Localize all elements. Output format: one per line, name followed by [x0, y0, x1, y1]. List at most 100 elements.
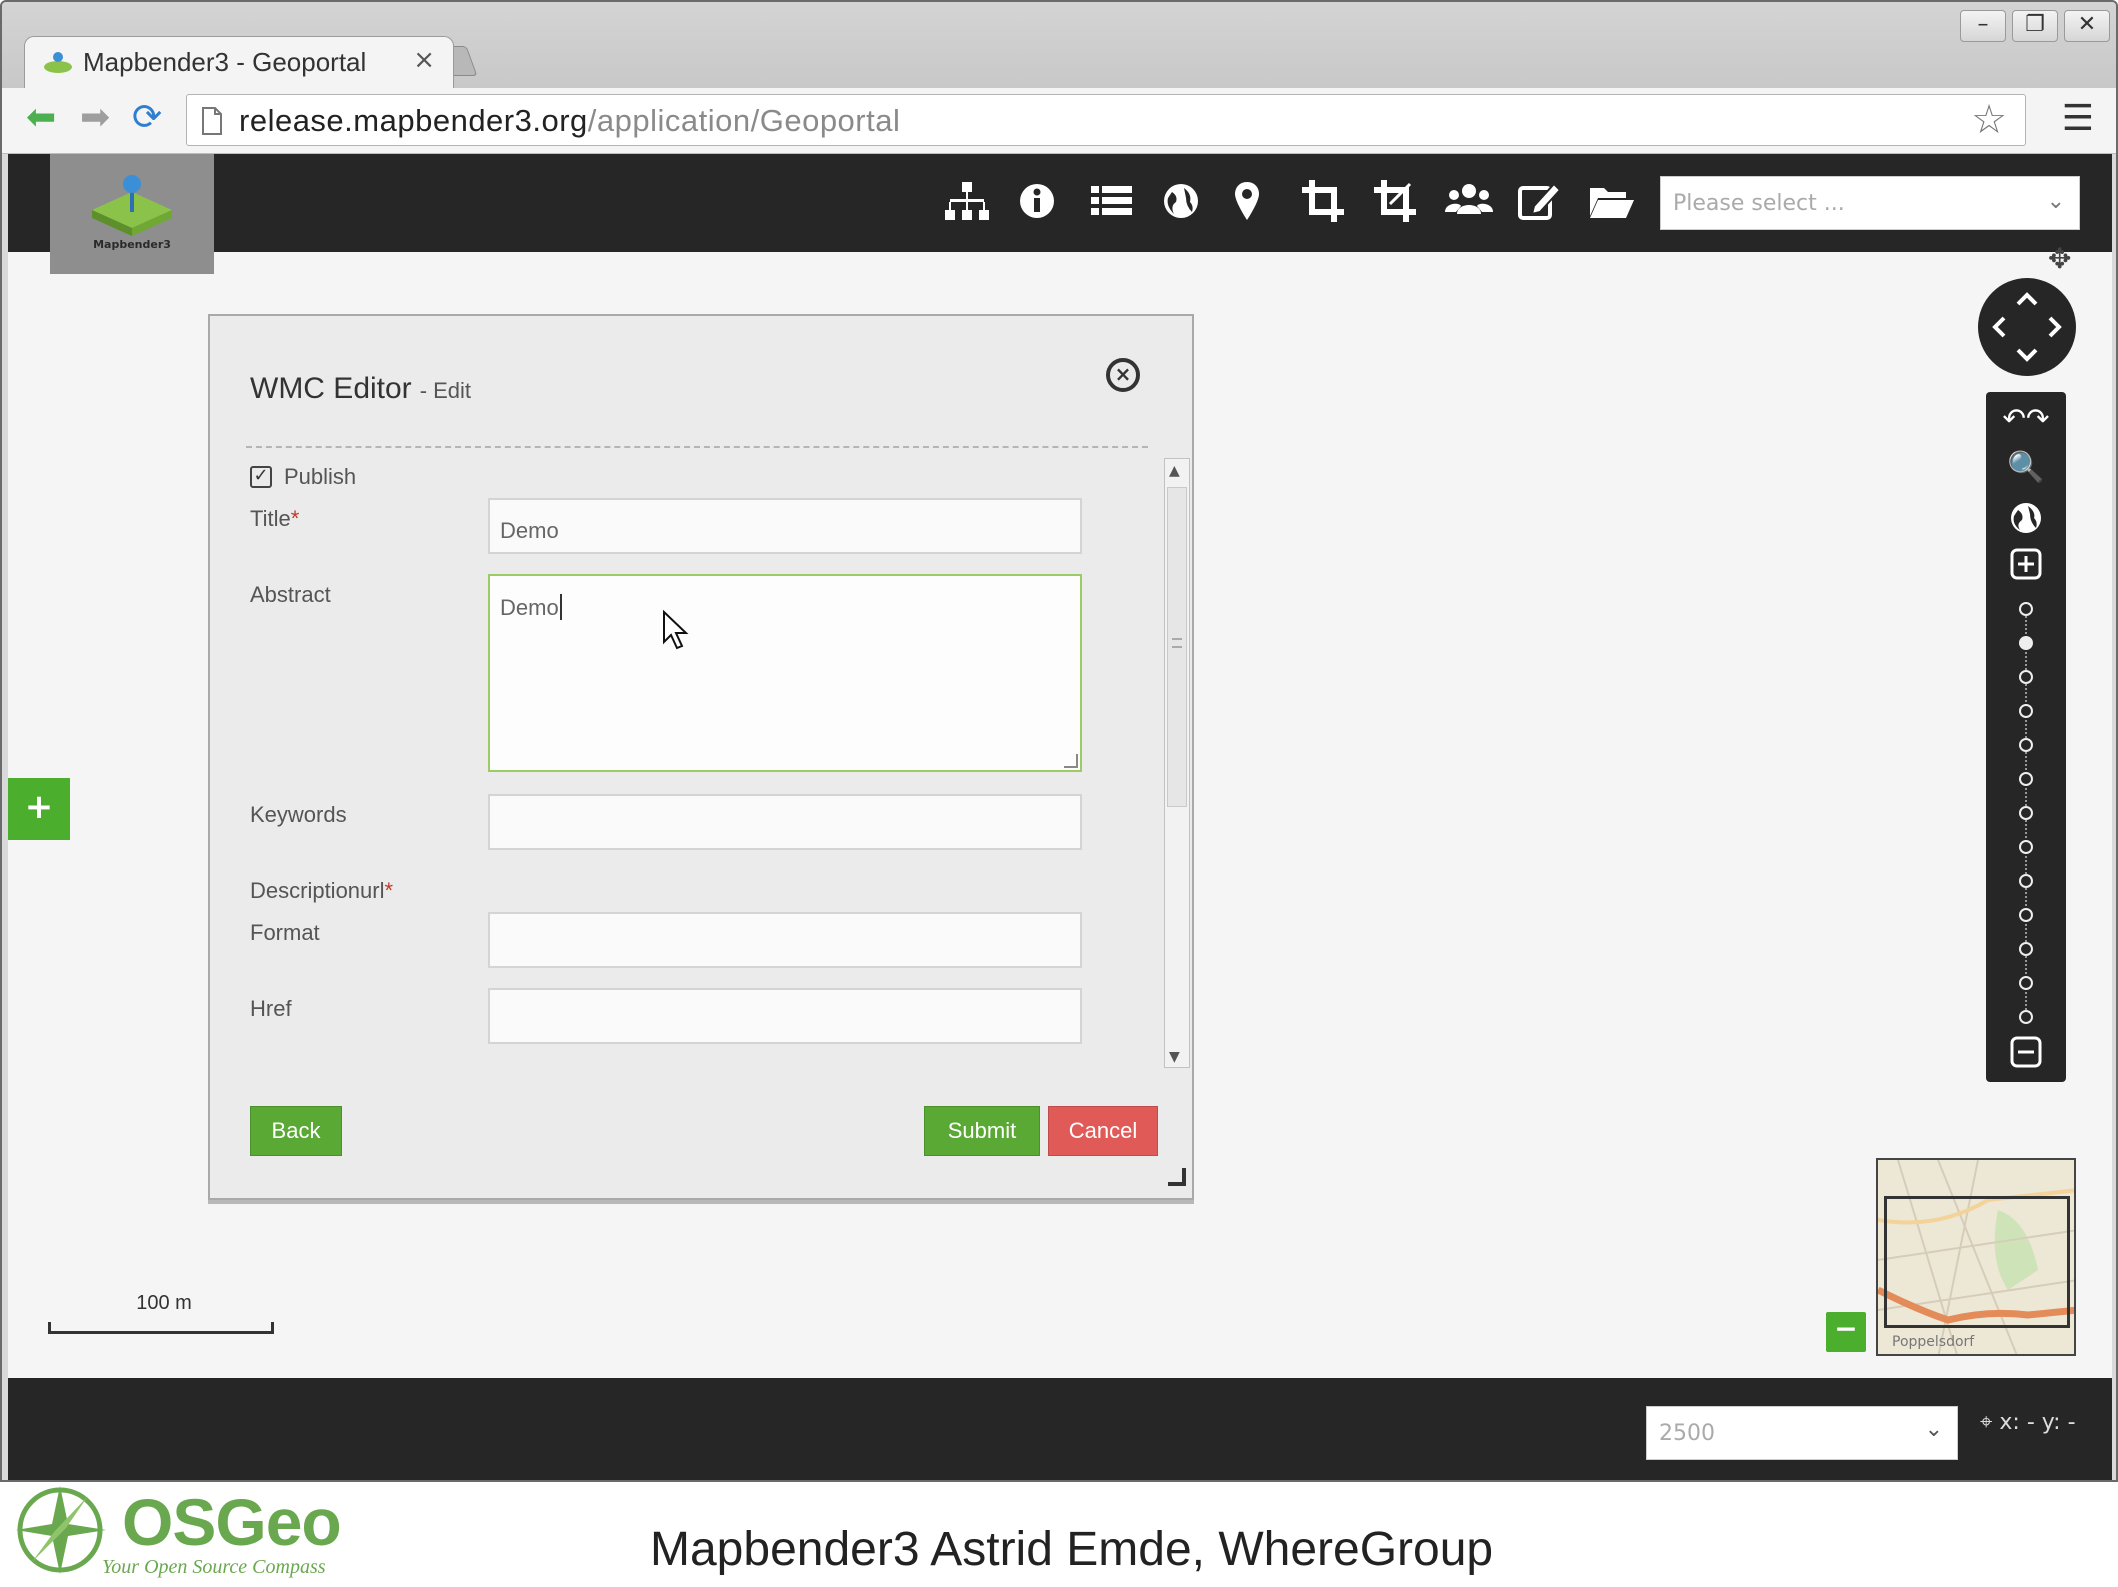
mapbender-logo[interactable]: Mapbender3: [50, 154, 214, 274]
users-icon[interactable]: [1444, 176, 1494, 226]
slide-credit: Mapbender3 Astrid Emde, WhereGroup: [650, 1523, 1494, 1576]
format-label: Format: [250, 920, 320, 945]
dialog-title: WMC Editor - Edit: [250, 372, 472, 405]
zoom-in-icon[interactable]: [2010, 548, 2042, 580]
edit-icon[interactable]: [1514, 176, 1564, 226]
textarea-resize-handle[interactable]: [1064, 754, 1078, 768]
move-handle-icon[interactable]: ✥: [2048, 242, 2071, 275]
minimize-button[interactable]: –: [1960, 10, 2006, 42]
page-icon: [202, 107, 222, 135]
browser-window: – ❐ ✕ Mapbender3 - Geoportal × ⬅ ➡ ⟳ rel…: [0, 0, 2118, 1482]
url-text: release.mapbender3.org/application/Geopo…: [239, 103, 901, 138]
reload-icon[interactable]: ⟳: [132, 98, 162, 138]
info-icon[interactable]: [1012, 176, 1062, 226]
title-field[interactable]: Demo: [488, 498, 1082, 554]
crosshair-icon: ⌖: [1980, 1410, 2000, 1435]
osgeo-logo: OSGeo Your Open Source Compass: [10, 1478, 342, 1578]
submit-button[interactable]: Submit: [924, 1106, 1040, 1156]
mapbender-app: Mapbender3 Please select ... ⌄ ✥ WMC Edi…: [8, 154, 2112, 1480]
zoom-level-5[interactable]: [2019, 738, 2033, 752]
publish-checkbox[interactable]: ✓: [250, 466, 272, 488]
overview-map[interactable]: Poppelsdorf: [1876, 1158, 2076, 1356]
mouse-cursor-icon: [663, 610, 689, 650]
overview-toggle-button[interactable]: −: [1826, 1312, 1866, 1352]
mapbender-favicon-icon: [44, 52, 72, 73]
forward-arrow-icon[interactable]: ➡: [80, 98, 110, 138]
sitemap-icon[interactable]: [942, 176, 992, 226]
browser-toolbar: ⬅ ➡ ⟳ release.mapbender3.org/application…: [2, 88, 2116, 154]
zoom-level-9[interactable]: [2019, 874, 2033, 888]
dialog-separator: [246, 446, 1148, 448]
sidepane-toggle-button[interactable]: +: [8, 778, 70, 840]
zoom-level-4[interactable]: [2019, 704, 2033, 718]
browser-menu-icon[interactable]: ☰: [2062, 98, 2094, 139]
keywords-field[interactable]: [488, 794, 1082, 850]
dialog-close-icon[interactable]: ×: [1106, 358, 1140, 392]
href-field[interactable]: [488, 988, 1082, 1044]
keywords-label: Keywords: [250, 802, 347, 827]
osgeo-tagline: Your Open Source Compass: [102, 1556, 326, 1578]
dialog-scrollbar[interactable]: ▲ ▼: [1164, 458, 1190, 1068]
zoom-level-3[interactable]: [2019, 670, 2033, 684]
coordinates-display: ⌖ x: - y: -: [1980, 1410, 2076, 1435]
descriptionurl-label: Descriptionurl*: [250, 878, 394, 903]
history-undo-redo-icon[interactable]: ↶↷: [1986, 402, 2066, 435]
logo-text: Mapbender3: [93, 238, 171, 251]
zoom-level-8[interactable]: [2019, 840, 2033, 854]
globe-icon[interactable]: [1156, 176, 1206, 226]
format-field[interactable]: [488, 912, 1082, 968]
zoom-level-13[interactable]: [2019, 1010, 2033, 1024]
scale-bar-label: 100 m: [136, 1292, 192, 1314]
zoom-max-extent-globe-icon[interactable]: [2008, 500, 2044, 536]
back-button[interactable]: Back: [250, 1106, 342, 1156]
back-arrow-icon[interactable]: ⬅: [26, 98, 56, 138]
zoom-level-7[interactable]: [2019, 806, 2033, 820]
map-marker-icon[interactable]: [1222, 176, 1272, 226]
address-bar[interactable]: release.mapbender3.org/application/Geopo…: [186, 94, 2026, 146]
zoom-level-1[interactable]: [2019, 602, 2033, 616]
folder-open-icon[interactable]: [1586, 176, 1636, 226]
pan-arrows-icon: [1992, 292, 2062, 362]
bookmark-star-icon[interactable]: ☆: [1971, 97, 2007, 143]
crop-icon[interactable]: [1298, 176, 1348, 226]
scroll-down-icon[interactable]: ▼: [1169, 1049, 1180, 1065]
zoom-out-icon[interactable]: [2010, 1036, 2042, 1068]
scrollbar-thumb[interactable]: [1167, 487, 1187, 807]
tab-title: Mapbender3 - Geoportal: [83, 47, 367, 77]
dialog-resize-handle[interactable]: [1168, 1168, 1186, 1186]
select-placeholder: Please select ...: [1673, 191, 1845, 216]
cancel-button[interactable]: Cancel: [1048, 1106, 1158, 1156]
tab-geoportal[interactable]: Mapbender3 - Geoportal ×: [24, 36, 454, 88]
zoom-level-6[interactable]: [2019, 772, 2033, 786]
zoom-bar: ↶↷ 🔍: [1986, 392, 2066, 1082]
abstract-label: Abstract: [250, 582, 331, 607]
zoom-level-10[interactable]: [2019, 908, 2033, 922]
text-caret: [559, 594, 562, 620]
app-footer: 2500 ⌄ ⌖ x: - y: -: [8, 1378, 2112, 1480]
tab-strip: – ❐ ✕ Mapbender3 - Geoportal ×: [2, 2, 2116, 88]
scale-selector-value: 2500: [1659, 1421, 1715, 1446]
tab-close-icon[interactable]: ×: [413, 45, 435, 75]
layer-select[interactable]: Please select ... ⌄: [1660, 176, 2080, 230]
list-icon[interactable]: [1086, 176, 1136, 226]
chevron-down-icon: ⌄: [1924, 1417, 1943, 1442]
scale-bar: 100 m: [48, 1292, 274, 1334]
zoom-level-2[interactable]: [2019, 636, 2033, 650]
osgeo-name: OSGeo: [122, 1485, 342, 1559]
scale-selector[interactable]: 2500 ⌄: [1646, 1406, 1958, 1460]
chevron-down-icon: ⌄: [2046, 189, 2065, 214]
maximize-button[interactable]: ❐: [2012, 10, 2058, 42]
title-label: Title*: [250, 506, 300, 531]
overview-extent-frame[interactable]: [1884, 1196, 2070, 1328]
zoom-box-icon[interactable]: 🔍: [1986, 450, 2066, 485]
abstract-textarea[interactable]: Demo: [488, 574, 1082, 772]
pan-control[interactable]: [1978, 278, 2076, 376]
scroll-up-icon[interactable]: ▲: [1169, 463, 1180, 479]
abstract-value: Demo: [500, 595, 559, 620]
close-window-button[interactable]: ✕: [2064, 10, 2110, 42]
zoom-level-11[interactable]: [2019, 942, 2033, 956]
crop-alt-icon[interactable]: [1370, 176, 1420, 226]
app-toolbar: Mapbender3 Please select ... ⌄: [8, 154, 2112, 274]
logo-graphic-icon: [92, 175, 172, 236]
zoom-level-12[interactable]: [2019, 976, 2033, 990]
